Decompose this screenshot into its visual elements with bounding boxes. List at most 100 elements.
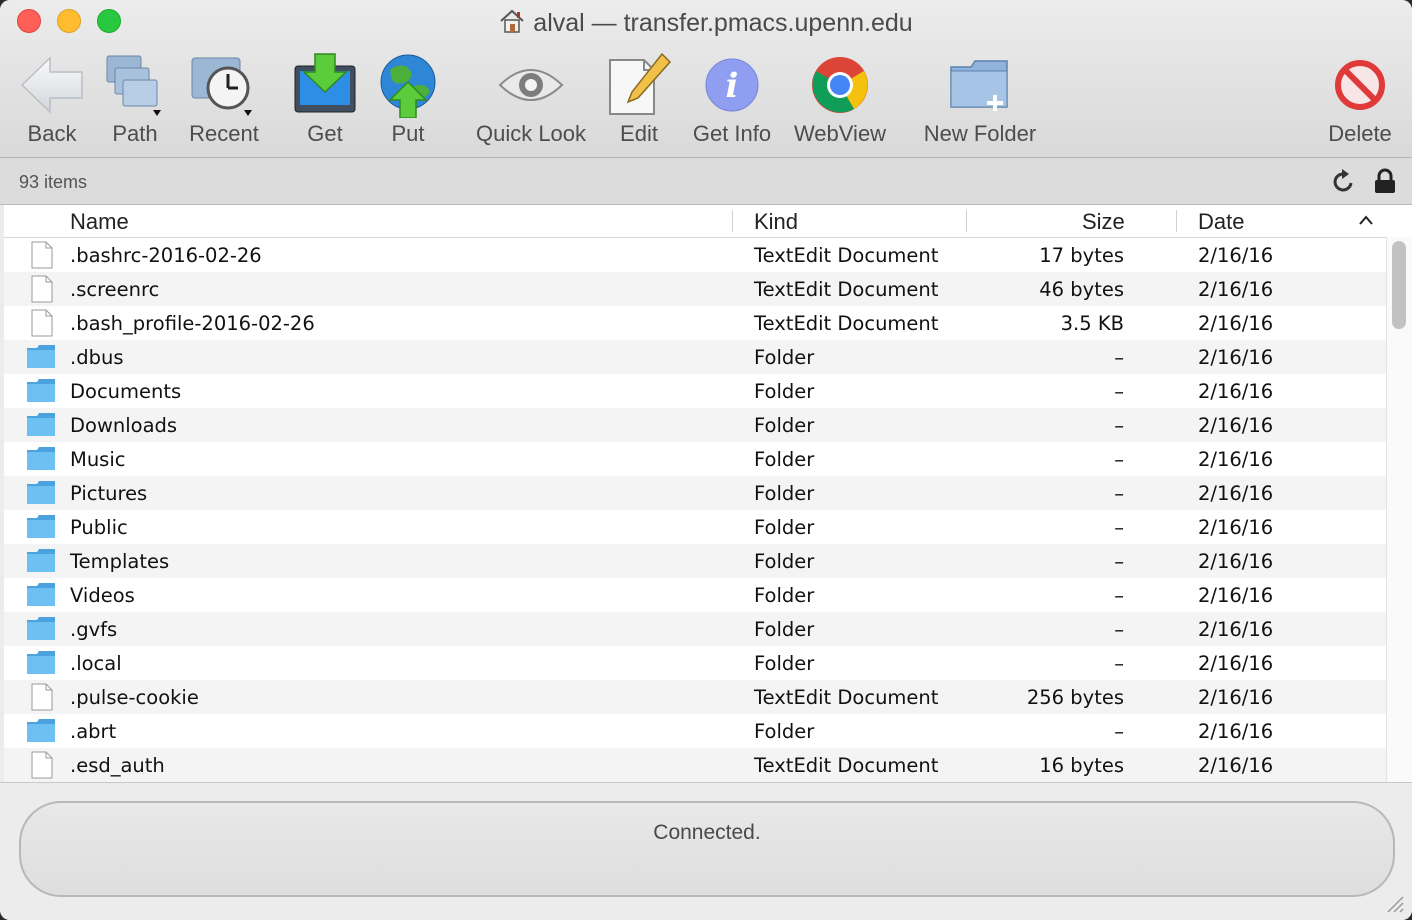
file-kind: TextEdit Document bbox=[754, 686, 939, 709]
document-icon bbox=[26, 241, 56, 269]
file-size: 3.5 KB bbox=[1060, 312, 1124, 335]
file-row[interactable]: Videos Folder – 2/16/16 bbox=[4, 578, 1386, 612]
quick-look-button[interactable]: Quick Look bbox=[472, 50, 590, 146]
folder-icon bbox=[26, 445, 56, 473]
file-size: – bbox=[1114, 516, 1124, 539]
file-name: Pictures bbox=[70, 482, 148, 505]
file-row[interactable]: Documents Folder – 2/16/16 bbox=[4, 374, 1386, 408]
file-kind: Folder bbox=[754, 550, 815, 573]
get-button[interactable]: Get bbox=[292, 50, 358, 146]
file-name: .abrt bbox=[70, 720, 117, 743]
column-size[interactable]: Size bbox=[1082, 209, 1125, 235]
file-kind: TextEdit Document bbox=[754, 312, 939, 335]
file-row[interactable]: .abrt Folder – 2/16/16 bbox=[4, 714, 1386, 748]
file-name: .dbus bbox=[70, 346, 124, 369]
edit-button[interactable]: Edit bbox=[604, 50, 674, 146]
toolbar: alval — transfer.pmacs.upenn.edu Back Pa… bbox=[0, 0, 1412, 158]
folder-icon bbox=[26, 581, 56, 609]
put-button[interactable]: Put bbox=[378, 50, 438, 146]
lock-icon bbox=[1375, 168, 1395, 193]
file-row[interactable]: .gvfs Folder – 2/16/16 bbox=[4, 612, 1386, 646]
file-name: Documents bbox=[70, 380, 182, 403]
file-date: 2/16/16 bbox=[1198, 720, 1274, 743]
file-name: Templates bbox=[70, 550, 170, 573]
file-name: .screenrc bbox=[70, 278, 160, 301]
file-row[interactable]: Public Folder – 2/16/16 bbox=[4, 510, 1386, 544]
upload-globe-icon bbox=[380, 54, 436, 118]
folder-icon bbox=[26, 479, 56, 507]
file-row[interactable]: .pulse-cookie TextEdit Document 256 bytes 2… bbox=[4, 680, 1386, 714]
file-row[interactable]: .bash_profile-2016-02-26 TextEdit Documen… bbox=[4, 306, 1386, 340]
file-date: 2/16/16 bbox=[1198, 618, 1274, 641]
column-kind[interactable]: Kind bbox=[754, 209, 798, 235]
file-kind: Folder bbox=[754, 652, 815, 675]
file-name: .bash_profile-2016-02-26 bbox=[70, 312, 315, 335]
column-name[interactable]: Name bbox=[70, 209, 129, 235]
document-icon bbox=[26, 683, 56, 711]
home-icon bbox=[500, 9, 524, 33]
file-name: Downloads bbox=[70, 414, 178, 437]
edit-pencil-icon bbox=[609, 52, 672, 115]
file-row[interactable]: Music Folder – 2/16/16 bbox=[4, 442, 1386, 476]
file-size: 46 bytes bbox=[1039, 278, 1124, 301]
file-kind: TextEdit Document bbox=[754, 754, 939, 777]
refresh-icon[interactable] bbox=[1332, 168, 1356, 194]
file-date: 2/16/16 bbox=[1198, 686, 1274, 709]
delete-button[interactable]: Delete bbox=[1322, 50, 1398, 146]
column-date[interactable]: Date bbox=[1198, 209, 1244, 235]
item-count: 93 items bbox=[19, 172, 88, 192]
back-arrow-icon bbox=[20, 56, 83, 114]
file-size: – bbox=[1114, 414, 1124, 437]
file-rows: .bashrc-2016-02-26 TextEdit Document 17 by… bbox=[4, 238, 1386, 782]
file-date: 2/16/16 bbox=[1198, 346, 1274, 369]
delete-icon bbox=[1335, 60, 1385, 110]
file-size: – bbox=[1114, 550, 1124, 573]
file-row[interactable]: .dbus Folder – 2/16/16 bbox=[4, 340, 1386, 374]
bottom-panel: Connected. bbox=[0, 782, 1412, 920]
file-date: 2/16/16 bbox=[1198, 414, 1274, 437]
folder-icon bbox=[26, 615, 56, 643]
connection-status-box: Connected. bbox=[19, 801, 1395, 897]
path-button[interactable]: Path bbox=[103, 50, 167, 146]
file-kind: Folder bbox=[754, 720, 815, 743]
folder-icon bbox=[26, 649, 56, 677]
file-row[interactable]: Pictures Folder – 2/16/16 bbox=[4, 476, 1386, 510]
vertical-scrollbar[interactable] bbox=[1386, 237, 1412, 782]
scrollbar-thumb[interactable] bbox=[1392, 241, 1406, 329]
file-row[interactable]: Templates Folder – 2/16/16 bbox=[4, 544, 1386, 578]
file-list[interactable]: Name Kind Size Date .bashrc-2016-02-26 Te… bbox=[4, 205, 1386, 782]
resize-grip-icon[interactable] bbox=[1384, 893, 1404, 913]
window-title: alval — transfer.pmacs.upenn.edu bbox=[0, 8, 1412, 38]
folder-icon bbox=[26, 547, 56, 575]
file-row[interactable]: Downloads Folder – 2/16/16 bbox=[4, 408, 1386, 442]
back-button[interactable]: Back bbox=[20, 50, 84, 146]
file-kind: Folder bbox=[754, 448, 815, 471]
file-kind: Folder bbox=[754, 584, 815, 607]
eye-icon bbox=[498, 69, 564, 101]
file-date: 2/16/16 bbox=[1198, 380, 1274, 403]
file-row[interactable]: .esd_auth TextEdit Document 16 bytes 2/16/1… bbox=[4, 748, 1386, 782]
file-date: 2/16/16 bbox=[1198, 550, 1274, 573]
file-date: 2/16/16 bbox=[1198, 312, 1274, 335]
connection-status: Connected. bbox=[653, 821, 761, 844]
path-folders-icon bbox=[106, 55, 161, 116]
get-info-button[interactable]: i Get Info bbox=[688, 50, 776, 146]
file-date: 2/16/16 bbox=[1198, 448, 1274, 471]
file-row[interactable]: .bashrc-2016-02-26 TextEdit Document 17 by… bbox=[4, 238, 1386, 272]
new-folder-button[interactable]: New Folder bbox=[918, 50, 1042, 146]
folder-icon bbox=[26, 513, 56, 541]
file-size: – bbox=[1114, 346, 1124, 369]
file-name: .gvfs bbox=[70, 618, 118, 641]
file-size: – bbox=[1114, 652, 1124, 675]
column-header: Name Kind Size Date bbox=[4, 205, 1386, 238]
new-folder-icon bbox=[950, 60, 1008, 111]
folder-icon bbox=[26, 343, 56, 371]
file-date: 2/16/16 bbox=[1198, 244, 1274, 267]
webview-button[interactable]: WebView bbox=[790, 50, 890, 146]
file-size: – bbox=[1114, 720, 1124, 743]
recent-button[interactable]: Recent bbox=[188, 50, 260, 146]
file-kind: Folder bbox=[754, 482, 815, 505]
file-row[interactable]: .local Folder – 2/16/16 bbox=[4, 646, 1386, 680]
file-row[interactable]: .screenrc TextEdit Document 46 bytes 2/16/1… bbox=[4, 272, 1386, 306]
document-icon bbox=[26, 751, 56, 779]
